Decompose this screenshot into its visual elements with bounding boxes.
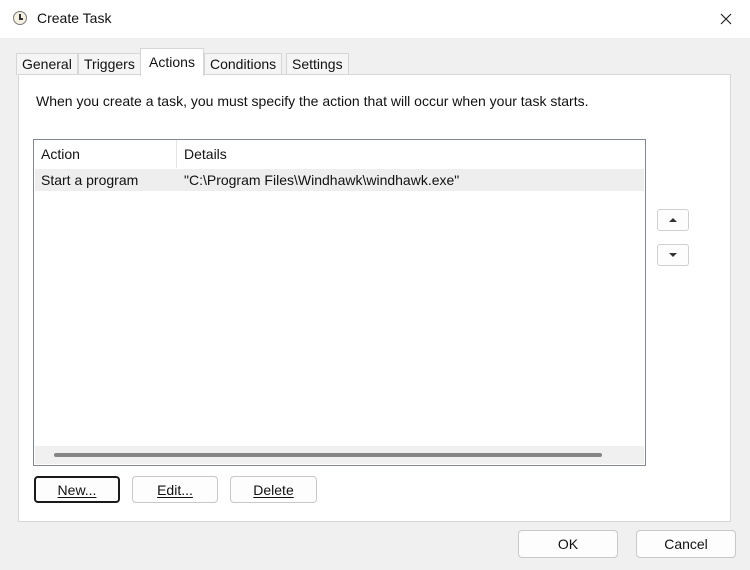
ok-button[interactable]: OK <box>518 530 618 558</box>
tab-conditions[interactable]: Conditions <box>204 53 283 75</box>
title-bar: Create Task <box>0 0 750 38</box>
edit-button[interactable]: Edit... <box>132 476 218 503</box>
scrollbar-thumb[interactable] <box>54 453 602 457</box>
window-title: Create Task <box>37 10 112 26</box>
actions-list[interactable]: Action Details Start a program "C:\Progr… <box>33 139 646 466</box>
clock-icon <box>13 11 27 25</box>
tab-triggers[interactable]: Triggers <box>78 53 141 75</box>
table-row[interactable]: Start a program "C:\Program Files\Windha… <box>35 169 644 191</box>
horizontal-scrollbar[interactable] <box>35 446 644 464</box>
column-header-action[interactable]: Action <box>34 140 177 168</box>
tab-general[interactable]: General <box>16 53 78 75</box>
cell-action: Start a program <box>41 172 139 188</box>
delete-button[interactable]: Delete <box>230 476 317 503</box>
list-header: Action Details <box>34 140 645 168</box>
triangle-down-icon <box>669 253 677 257</box>
close-icon <box>720 13 732 25</box>
triangle-up-icon <box>669 218 677 222</box>
cell-details: "C:\Program Files\Windhawk\windhawk.exe" <box>184 172 460 188</box>
move-down-button[interactable] <box>657 244 689 266</box>
move-up-button[interactable] <box>657 209 689 231</box>
column-header-details[interactable]: Details <box>177 140 645 168</box>
new-button[interactable]: New... <box>34 476 120 503</box>
close-button[interactable] <box>702 0 750 38</box>
tab-settings[interactable]: Settings <box>286 53 349 75</box>
cancel-button[interactable]: Cancel <box>636 530 736 558</box>
actions-panel: When you create a task, you must specify… <box>18 74 731 522</box>
tab-actions[interactable]: Actions <box>140 48 204 76</box>
instruction-text: When you create a task, you must specify… <box>36 93 589 109</box>
